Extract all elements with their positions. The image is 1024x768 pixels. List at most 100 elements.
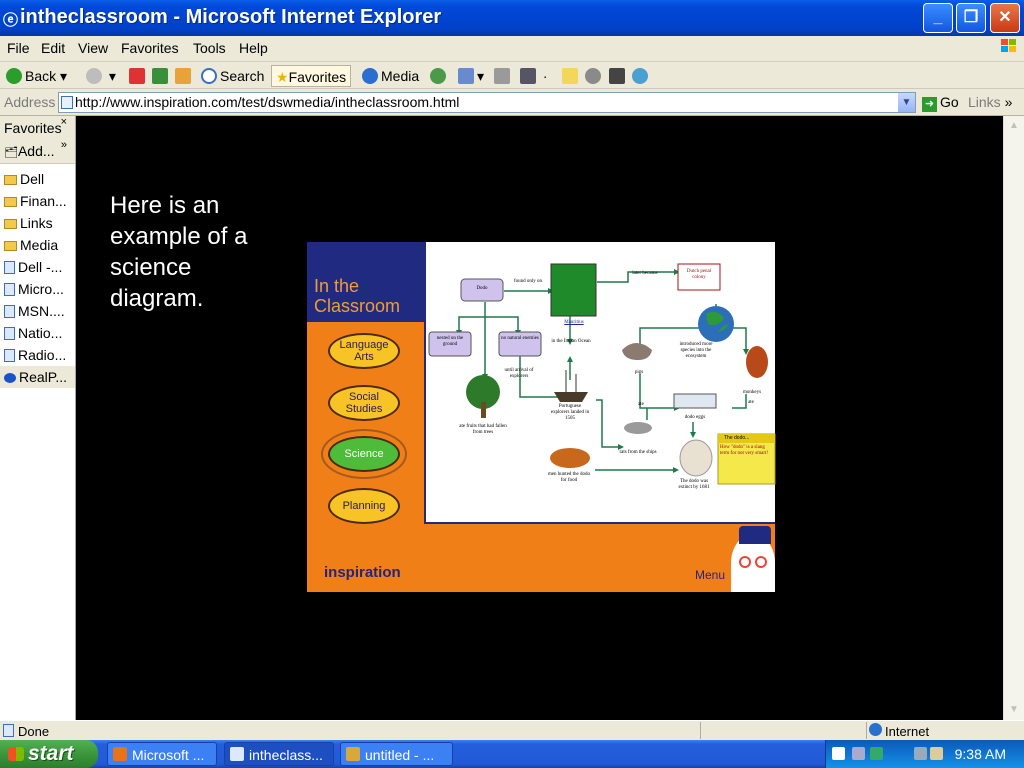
back-button[interactable]: Back ▾ (6, 65, 67, 87)
status-text: Done (18, 724, 50, 739)
favorite-item-dell[interactable]: Dell (0, 168, 75, 190)
ate-label-left: ate (638, 402, 644, 407)
media-button[interactable]: Media (362, 65, 419, 87)
stop-icon (129, 68, 145, 84)
science-diagram: Dodo found only on Mauritius later becam… (424, 242, 776, 524)
chevron-right-icon: » (1004, 94, 1013, 110)
scroll-down-icon[interactable]: ▼ (1006, 702, 1022, 718)
history-button[interactable] (430, 65, 449, 87)
slide-menu-link[interactable]: Menu (695, 568, 725, 582)
favorite-item-national[interactable]: Natio... (0, 322, 75, 344)
volume-icon[interactable] (852, 747, 865, 760)
close-button[interactable]: ✕ (990, 3, 1020, 33)
research-icon (609, 68, 625, 84)
mail-icon (458, 68, 474, 84)
scroll-up-icon[interactable]: ▲ (1006, 118, 1022, 134)
menu-favorites[interactable]: Favorites (121, 40, 179, 56)
status-divider (866, 722, 867, 739)
add-favorite-button[interactable]: 🗂Add... » (0, 138, 75, 164)
menu-planning[interactable]: Planning (328, 488, 400, 524)
task-untitled[interactable]: untitled - ... (340, 742, 453, 766)
restore-button[interactable]: ❐ (956, 3, 986, 33)
connection-icon[interactable] (914, 747, 927, 760)
dutch-colony-node: Dutch penal colony (686, 269, 712, 280)
stop-button[interactable] (129, 65, 148, 87)
messenger-button[interactable] (585, 65, 604, 87)
title-bar[interactable]: ⓔ intheclassroom - Microsoft Internet Ex… (0, 0, 1024, 36)
page-icon (4, 327, 15, 340)
favorite-item-media[interactable]: Media (0, 234, 75, 256)
task-intheclassroom[interactable]: intheclass... (224, 742, 334, 766)
msn-button[interactable] (632, 65, 651, 87)
favorite-item-msn[interactable]: MSN.... (0, 300, 75, 322)
forward-button[interactable]: ▾ (86, 65, 116, 87)
powerpoint-icon (113, 747, 127, 761)
note-icon (562, 68, 578, 84)
task-microsoft[interactable]: Microsoft ... (107, 742, 217, 766)
discuss-button[interactable] (562, 65, 581, 87)
favorite-item-realplayer[interactable]: RealP... (0, 366, 75, 388)
mauritius-link[interactable]: Mauritius (556, 320, 592, 326)
menu-tools[interactable]: Tools (193, 40, 226, 56)
go-button[interactable]: ➜ Go (922, 94, 959, 112)
page-icon (4, 305, 15, 318)
home-button[interactable] (175, 65, 194, 87)
menu-help[interactable]: Help (239, 40, 268, 56)
later-became-label: later became (632, 271, 658, 276)
security-zone: Internet (885, 724, 930, 739)
favorite-item-links[interactable]: Links (0, 212, 75, 234)
links-button[interactable]: Links » (968, 94, 1012, 110)
status-divider (700, 722, 701, 739)
edit-button[interactable]: · (520, 65, 548, 87)
paint-icon (346, 747, 360, 761)
print-icon (494, 68, 510, 84)
search-button[interactable]: Search (201, 65, 264, 87)
menu-view[interactable]: View (78, 40, 108, 56)
menu-social-studies[interactable]: Social Studies (328, 385, 400, 421)
favorites-button[interactable]: ★Favorites (271, 65, 352, 87)
msn-butterfly-icon (632, 68, 648, 84)
monkeys-label: monkeys (742, 390, 762, 395)
inspiration-logo: inspiration (324, 564, 401, 581)
favorite-item-dell-page[interactable]: Dell -... (0, 256, 75, 278)
pigs-label: pigs (634, 370, 644, 375)
start-button[interactable]: start (0, 740, 98, 768)
minimize-button[interactable]: _ (923, 3, 953, 33)
favorite-item-microsoft[interactable]: Micro... (0, 278, 75, 300)
ate-fruits-node: ate fruits that had fallen from trees (459, 424, 507, 435)
folder-icon (4, 197, 17, 207)
page-icon (4, 261, 15, 274)
search-icon (201, 68, 217, 84)
menu-file[interactable]: File (7, 40, 30, 56)
extinct-node: The dodo was extinct by 1681 (678, 479, 710, 490)
add-favorite-icon: 🗂 (4, 147, 18, 159)
chat-icon (585, 68, 601, 84)
print-button[interactable] (494, 65, 513, 87)
battery-icon[interactable] (930, 747, 943, 760)
vertical-scrollbar[interactable]: ▲ ▼ (1003, 116, 1024, 720)
address-dropdown-icon[interactable]: ▼ (898, 93, 915, 112)
address-label: Address (4, 94, 56, 110)
menu-bar: File Edit View Favorites Tools Help (0, 36, 1024, 62)
mail-button[interactable]: ▾ (458, 65, 484, 87)
slide-caption: Here is an example of a science diagram. (110, 192, 248, 312)
menu-edit[interactable]: Edit (41, 40, 65, 56)
favorite-item-radio[interactable]: Radio... (0, 344, 75, 366)
skull-icon (679, 439, 713, 477)
window-title: intheclassroom - Microsoft Internet Expl… (20, 6, 442, 28)
close-favorites-button[interactable]: × (61, 116, 67, 128)
roast-bird-icon (550, 448, 590, 468)
address-input[interactable]: http://www.inspiration.com/test/dswmedia… (58, 92, 916, 113)
slide-header: In the Classroom (307, 242, 424, 322)
refresh-button[interactable] (152, 65, 171, 87)
menu-language-arts[interactable]: Language Arts (328, 333, 400, 369)
help-icon[interactable] (832, 747, 845, 760)
forward-arrow-icon (86, 68, 102, 84)
menu-science[interactable]: Science (328, 436, 400, 472)
network-icon[interactable] (870, 747, 883, 760)
slide-title: In the Classroom (314, 276, 401, 316)
favorite-item-finance[interactable]: Finan... (0, 190, 75, 212)
mauritius-map (550, 263, 597, 317)
until-arrival-label: until arrival of explorers (504, 368, 534, 379)
research-button[interactable] (609, 65, 628, 87)
